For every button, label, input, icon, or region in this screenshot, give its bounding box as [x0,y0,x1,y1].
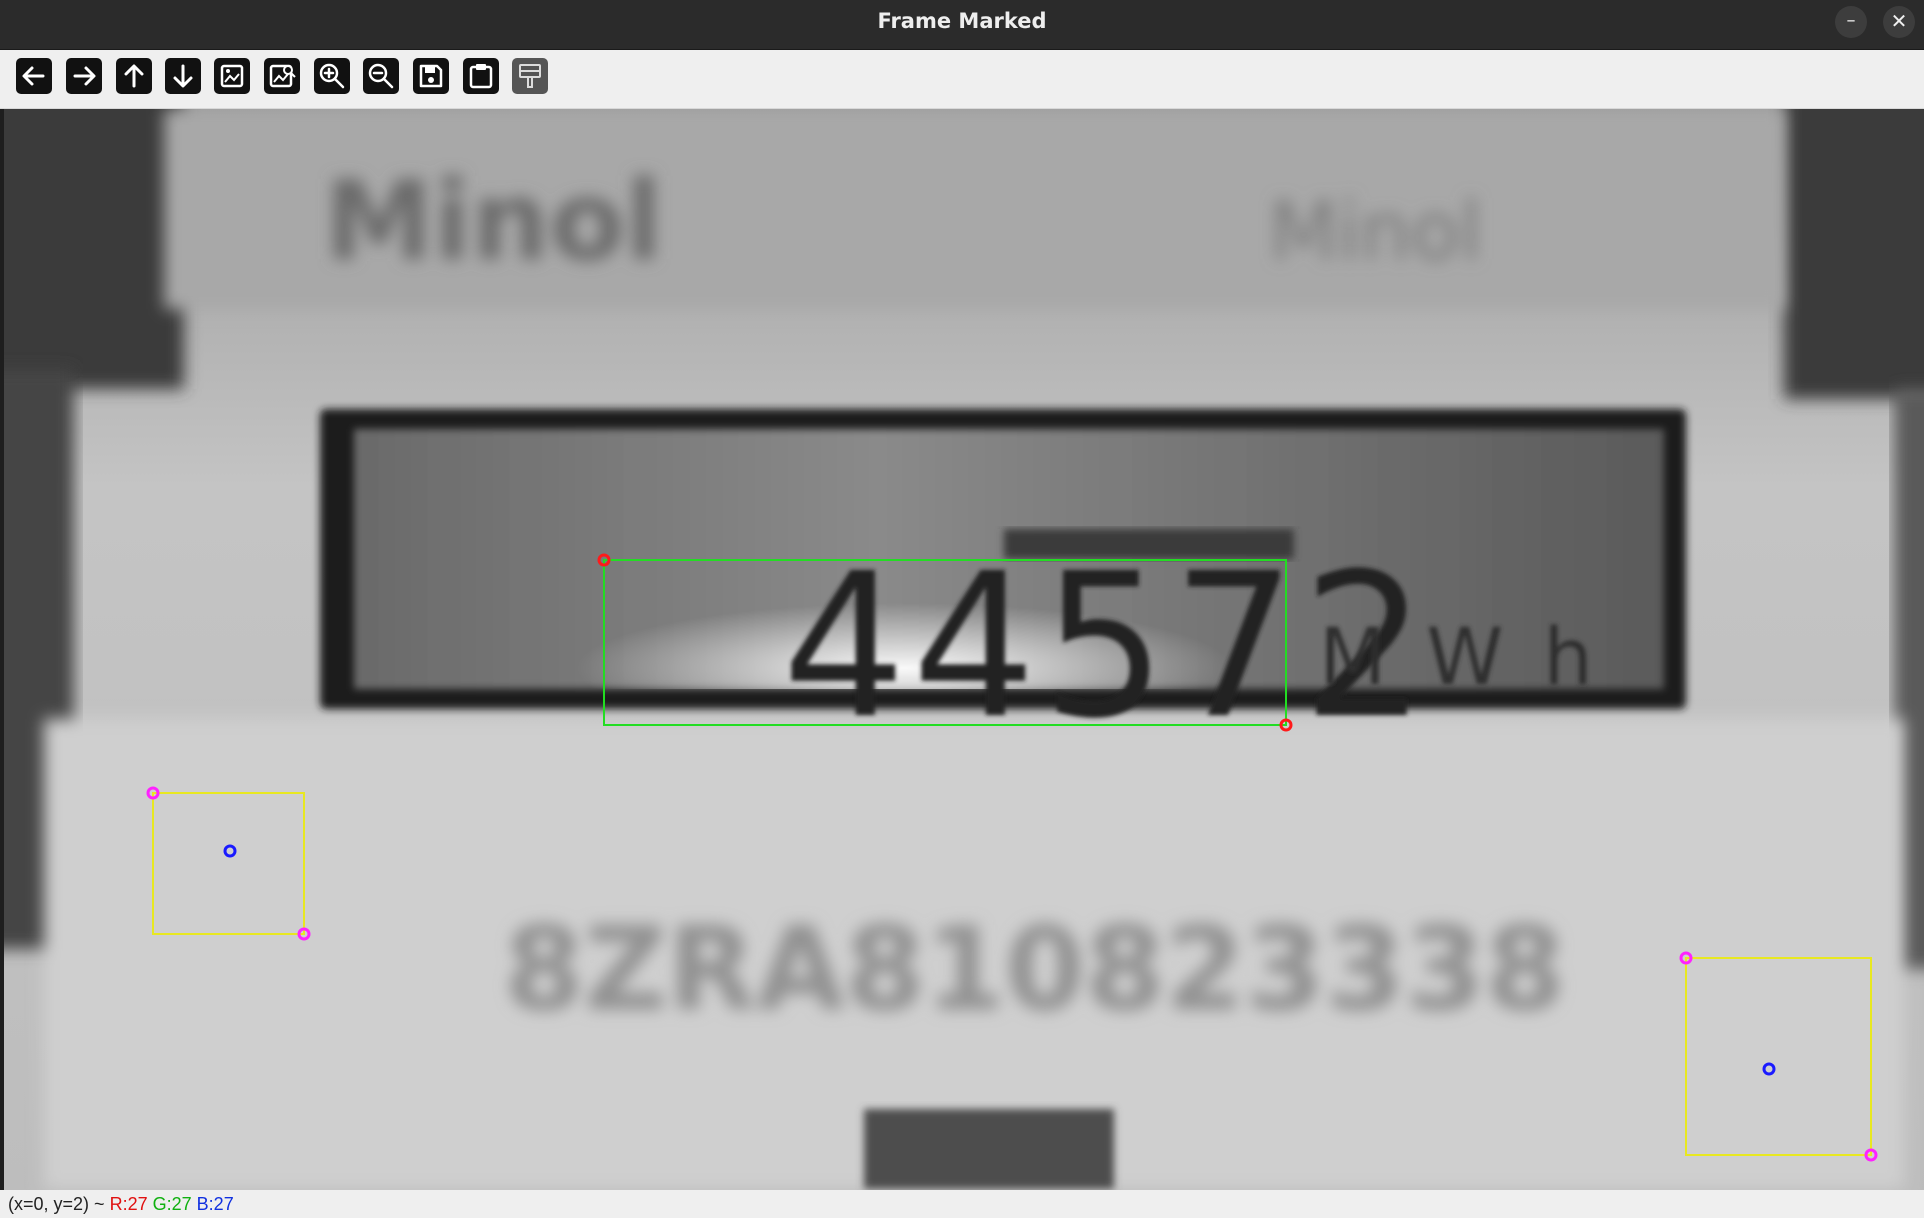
zoom-in-button[interactable] [313,57,351,95]
pan-right-icon [66,58,102,94]
zoom-fit-button[interactable] [213,57,251,95]
camera-frame: Minol Minol 44572 MWh 8ZRA810823338 [4,109,1924,1190]
serial-number: 8ZRA810823338 [504,903,1565,1037]
toolbar [0,50,1924,109]
pan-down-icon [165,58,201,94]
pixel-blue-value: B:27 [196,1194,234,1214]
image-view[interactable]: Minol Minol 44572 MWh 8ZRA810823338 [4,109,1924,1190]
pixel-coordinates: (x=0, y=2) ~ [8,1194,105,1214]
properties-button[interactable] [511,57,549,95]
zoom-original-button[interactable] [263,57,301,95]
meter-unit: MWh [1319,613,1633,703]
zoom-out-icon [363,58,399,94]
properties-icon [512,58,548,94]
pixel-green-value: G:27 [152,1194,192,1214]
save-icon [413,58,449,94]
pan-up-icon [116,58,152,94]
brand-right-text: Minol [1269,185,1482,278]
copy-clipboard-icon [463,58,499,94]
title-bar: Frame Marked – ✕ [0,0,1924,50]
pan-left-icon [16,58,52,94]
zoom-out-button[interactable] [362,57,400,95]
pan-left-button[interactable] [15,57,53,95]
save-button[interactable] [412,57,450,95]
zoom-fit-icon [214,58,250,94]
pan-up-button[interactable] [115,57,153,95]
zoom-original-icon [264,58,300,94]
pan-right-button[interactable] [65,57,103,95]
brand-text: Minol [324,157,663,285]
status-bar: (x=0, y=2) ~ R:27 G:27 B:27 [0,1190,1924,1218]
pan-down-button[interactable] [164,57,202,95]
zoom-in-icon [314,58,350,94]
window-title: Frame Marked [877,9,1047,33]
close-button[interactable]: ✕ [1883,6,1915,38]
minimize-button[interactable]: – [1835,6,1867,38]
pixel-red-value: R:27 [109,1194,148,1214]
copy-clipboard-button[interactable] [462,57,500,95]
